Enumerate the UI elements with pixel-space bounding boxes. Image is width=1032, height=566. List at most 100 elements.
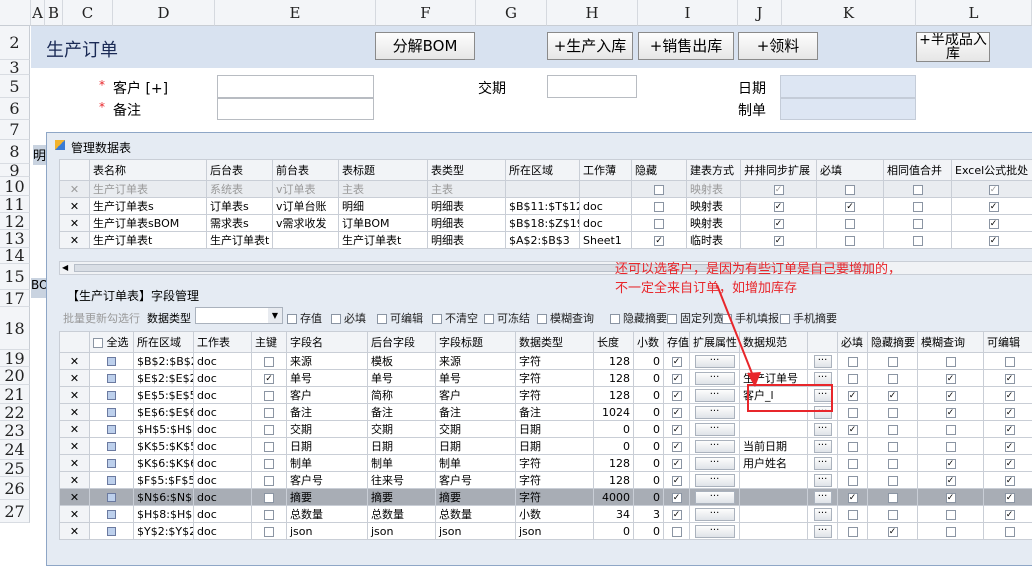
spec-more-button[interactable]: ··· bbox=[813, 524, 832, 538]
row-header-18[interactable]: 18 bbox=[0, 307, 30, 350]
cell-length[interactable]: 128 bbox=[593, 352, 634, 370]
row-header-5[interactable]: 5 bbox=[0, 75, 30, 98]
hide-summary-checkbox[interactable] bbox=[887, 373, 898, 384]
editable-checkbox[interactable]: ✓ bbox=[1004, 441, 1015, 452]
required-checkbox[interactable]: ✓ bbox=[847, 424, 858, 435]
cell-field-name[interactable]: 来源 bbox=[286, 352, 368, 370]
spec-more-button[interactable]: ··· bbox=[813, 422, 832, 436]
hidden-checkbox[interactable]: ✓ bbox=[654, 235, 664, 246]
cell-book[interactable]: doc bbox=[579, 197, 632, 215]
row-select[interactable] bbox=[89, 471, 134, 489]
field-column-header[interactable]: 全选 bbox=[89, 331, 134, 353]
cell-area[interactable]: $K$6:$K$6 bbox=[133, 454, 194, 472]
cell-fuzzy[interactable]: ✓ bbox=[917, 488, 984, 506]
cell-sync[interactable]: ✓ bbox=[740, 231, 817, 249]
cell-hidesum[interactable] bbox=[867, 454, 918, 472]
cell-data-type[interactable]: 字符 bbox=[515, 488, 594, 506]
required-checkbox[interactable] bbox=[845, 184, 855, 195]
cell-data-type[interactable]: 字符 bbox=[515, 471, 594, 489]
primary-key-checkbox[interactable]: ✓ bbox=[264, 373, 274, 384]
row-select-square[interactable] bbox=[107, 527, 116, 536]
column-header-l[interactable]: L bbox=[916, 0, 1032, 26]
hidden-checkbox[interactable] bbox=[654, 218, 664, 229]
cell-field-name[interactable]: 交期 bbox=[286, 420, 368, 438]
cell-store[interactable]: ✓ bbox=[663, 471, 690, 489]
cell-spec-more[interactable]: ··· bbox=[807, 454, 838, 472]
column-header-i[interactable]: I bbox=[638, 0, 738, 26]
table-column-header[interactable]: 所在区域 bbox=[505, 159, 580, 181]
column-header-h[interactable]: H bbox=[547, 0, 638, 26]
scroll-left-arrow[interactable]: ◀ bbox=[62, 263, 68, 272]
cell-req[interactable] bbox=[837, 505, 868, 523]
hide-summary-checkbox[interactable] bbox=[887, 356, 898, 367]
column-header-f[interactable]: F bbox=[376, 0, 476, 26]
fuzzy-query-checkbox[interactable]: ✓ bbox=[945, 475, 956, 486]
field-row[interactable]: ✕ $H$8:$H$8 doc 总数量 总数量 总数量 小数 34 3 ✓ ··· ··· ✓ bbox=[59, 505, 1032, 523]
sync-checkbox[interactable]: ✓ bbox=[773, 218, 784, 229]
flag-6[interactable]: 隐藏摘要 bbox=[610, 310, 667, 326]
table-column-header[interactable]: 工作薄 bbox=[579, 159, 632, 181]
primary-key-checkbox[interactable] bbox=[264, 424, 274, 435]
cell-fuzzy[interactable] bbox=[917, 437, 984, 455]
required-checkbox[interactable]: ✓ bbox=[845, 201, 855, 212]
cell-sync[interactable]: ✓ bbox=[740, 214, 817, 232]
field-column-header[interactable]: 字段名 bbox=[286, 331, 368, 353]
cell-store[interactable]: ✓ bbox=[663, 488, 690, 506]
row-select[interactable] bbox=[89, 403, 134, 421]
spec-more-button[interactable]: ··· bbox=[813, 439, 832, 453]
row-header-19[interactable]: 19 bbox=[0, 350, 30, 367]
cell-pk[interactable] bbox=[251, 437, 287, 455]
cell-sheet[interactable]: doc bbox=[193, 369, 252, 387]
cell-fuzzy[interactable] bbox=[917, 420, 984, 438]
cell-spec-more[interactable]: ··· bbox=[807, 522, 838, 540]
cell-req[interactable]: ✓ bbox=[837, 488, 868, 506]
cell-ext[interactable]: ··· bbox=[689, 437, 740, 455]
cell-hidesum[interactable] bbox=[867, 437, 918, 455]
cell-hidesum[interactable] bbox=[867, 505, 918, 523]
field-column-header[interactable]: 后台字段 bbox=[367, 331, 436, 353]
flag-checkbox[interactable] bbox=[331, 314, 341, 324]
store-checkbox[interactable]: ✓ bbox=[671, 373, 682, 384]
row-select-square[interactable] bbox=[107, 510, 116, 519]
field-row[interactable]: ✕ $F$5:$F$5 doc 客户号 往来号 客户号 字符 128 0 ✓ ··· ··· ✓ ✓ bbox=[59, 471, 1032, 489]
cell-back-field[interactable]: 往来号 bbox=[367, 471, 436, 489]
primary-key-checkbox[interactable] bbox=[264, 407, 274, 418]
required-checkbox[interactable] bbox=[847, 373, 858, 384]
cell-merge[interactable] bbox=[883, 180, 952, 198]
cell-edit[interactable] bbox=[983, 352, 1032, 370]
delete-row-button[interactable]: ✕ bbox=[59, 197, 90, 215]
cell-backend[interactable]: 生产订单表t bbox=[206, 231, 273, 249]
cell-field-title[interactable]: 摘要 bbox=[435, 488, 516, 506]
table-column-header[interactable]: 前台表 bbox=[272, 159, 339, 181]
cell-edit[interactable] bbox=[983, 522, 1032, 540]
delete-row-button[interactable]: ✕ bbox=[59, 180, 90, 198]
note-field[interactable] bbox=[217, 98, 374, 120]
column-header-e[interactable]: E bbox=[215, 0, 376, 26]
sheet-corner[interactable] bbox=[0, 0, 31, 26]
table-column-header[interactable]: 隐藏 bbox=[631, 159, 687, 181]
row-header-24[interactable]: 24 bbox=[0, 440, 30, 460]
primary-key-checkbox[interactable] bbox=[264, 475, 274, 486]
cell-edit[interactable]: ✓ bbox=[983, 403, 1032, 421]
table-column-header[interactable]: 并排同步扩展 bbox=[740, 159, 817, 181]
sync-checkbox[interactable]: ✓ bbox=[773, 235, 784, 246]
cell-sync[interactable]: ✓ bbox=[740, 197, 817, 215]
cell-area[interactable]: $B$11:$T$12 bbox=[505, 197, 580, 215]
hidden-checkbox[interactable] bbox=[654, 184, 664, 195]
cell-fuzzy[interactable]: ✓ bbox=[917, 454, 984, 472]
cell-field-name[interactable]: 摘要 bbox=[286, 488, 368, 506]
row-select[interactable] bbox=[89, 437, 134, 455]
flag-checkbox[interactable] bbox=[667, 314, 677, 324]
cell-fuzzy[interactable]: ✓ bbox=[917, 386, 984, 404]
delete-field-button[interactable]: ✕ bbox=[59, 454, 90, 472]
delete-row-button[interactable]: ✕ bbox=[59, 214, 90, 232]
row-select[interactable] bbox=[89, 522, 134, 540]
cell-store[interactable] bbox=[663, 522, 690, 540]
cell-back-field[interactable]: 交期 bbox=[367, 420, 436, 438]
cell-excel[interactable]: ✓ bbox=[951, 231, 1032, 249]
flag-3[interactable]: 不清空 bbox=[432, 310, 478, 326]
cell-ext[interactable]: ··· bbox=[689, 505, 740, 523]
hide-summary-checkbox[interactable] bbox=[887, 424, 898, 435]
cell-back-field[interactable]: 单号 bbox=[367, 369, 436, 387]
cell-field-title[interactable]: 制单 bbox=[435, 454, 516, 472]
